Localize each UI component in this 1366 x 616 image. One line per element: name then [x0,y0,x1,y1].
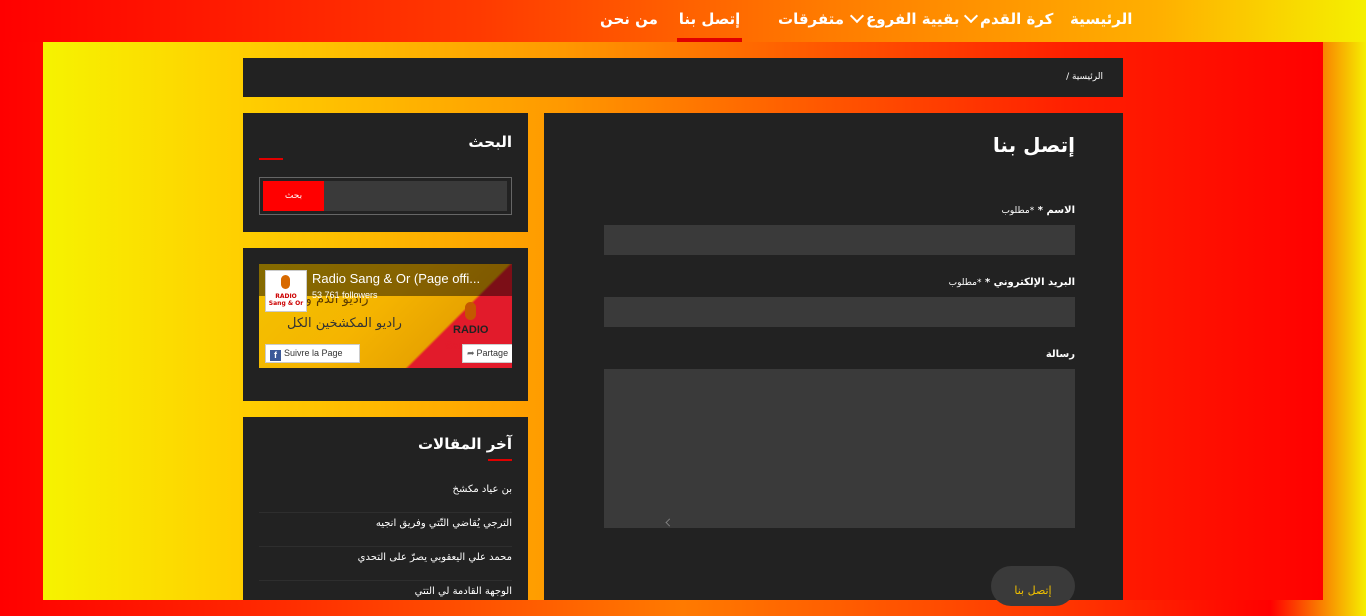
recent-posts-title: آخر المقالات [417,435,512,453]
recent-post-link[interactable]: الترجي يُقاضي التّتي وفريق انجيه [259,512,512,547]
breadcrumb: الرئيسية / [243,58,1123,97]
message-textarea[interactable] [604,369,1075,528]
nav-item-home[interactable]: الرئيسية [1070,0,1132,42]
nav-item-other-sports[interactable]: بقيية الفروع [849,0,960,42]
message-field-label: رسالة [1045,349,1075,360]
nav-item-label: متفرقات [778,10,845,28]
recent-post-link[interactable]: بن عياد مكشخ [259,478,512,513]
name-field-label: الاسم * *مطلوب [1001,205,1075,216]
cover-radio-text: RADIO [453,324,489,336]
name-input[interactable] [604,225,1075,255]
nav-item-misc[interactable]: متفرقات [778,0,844,42]
nav-item-label: إتصل بنا [678,10,741,28]
page-title: إتصل بنا [992,133,1075,157]
contact-panel: إتصل بنا الاسم * *مطلوب البريد الإلكترون… [544,113,1123,606]
share-icon: ➦ [467,348,475,358]
email-required-text: *مطلوب [948,278,982,288]
cover-text: راديو المكشخين الكل [287,316,402,331]
top-navigation: الرئيسية كرة القدم بقيية الفروع متفرقات … [0,0,1366,42]
nav-item-label: الرئيسية [1070,10,1133,28]
chevron-down-icon [849,8,865,24]
recent-post-link[interactable]: محمد علي اليعقوبي يصرّ على التحدي [259,546,512,581]
chevron-down-icon [963,8,979,24]
logo-text: RADIO Sang & Or [268,293,304,307]
breadcrumb-home-link[interactable]: الرئيسية / [1066,72,1103,82]
follow-label: Suivre la Page [284,348,343,358]
facebook-page-embed[interactable]: راديو الدم و الذ راديو المكشخين الكل RAD… [259,264,512,368]
facebook-widget: راديو الدم و الذ راديو المكشخين الكل RAD… [243,248,528,401]
search-form: بحث [259,177,512,215]
email-label-text: البريد الإلكتروني * [984,277,1075,288]
search-button[interactable]: بحث [263,181,324,211]
recent-post-link[interactable]: الوجهة القادمة لي التتي [259,580,512,614]
page-logo[interactable]: RADIO Sang & Or [265,270,307,312]
recent-posts-widget: آخر المقالات بن عياد مكشخ الترجي يُقاضي … [243,417,528,600]
nav-item-football[interactable]: كرة القدم [963,0,1053,42]
title-underline [259,158,283,160]
search-widget: البحث بحث [243,113,528,232]
microphone-icon [465,302,476,320]
facebook-page-name[interactable]: Radio Sang & Or (Page offi... [312,271,480,286]
email-input[interactable] [604,297,1075,327]
nav-item-label: كرة القدم [980,10,1054,28]
facebook-followers: 53 761 followers [312,290,378,300]
follow-page-button[interactable]: f Suivre la Page [265,344,360,363]
name-label-text: الاسم * [1037,205,1075,216]
title-underline [488,459,512,461]
submit-button[interactable]: إتصل بنا [991,566,1075,606]
share-button[interactable]: ➦ Partage [462,344,512,363]
nav-item-about[interactable]: من نحن [600,0,658,42]
facebook-icon: f [270,350,281,361]
nav-item-contact[interactable]: إتصل بنا [677,0,742,42]
email-field-label: البريد الإلكتروني * *مطلوب [949,277,1075,288]
share-label: Partage [476,348,509,358]
search-input[interactable] [324,181,507,211]
nav-item-label: بقيية الفروع [866,10,960,28]
microphone-icon [281,275,290,289]
name-required-text: *مطلوب [1001,206,1035,216]
search-widget-title: البحث [468,133,512,151]
nav-item-label: من نحن [600,10,658,28]
resize-grip-icon[interactable] [665,518,674,527]
